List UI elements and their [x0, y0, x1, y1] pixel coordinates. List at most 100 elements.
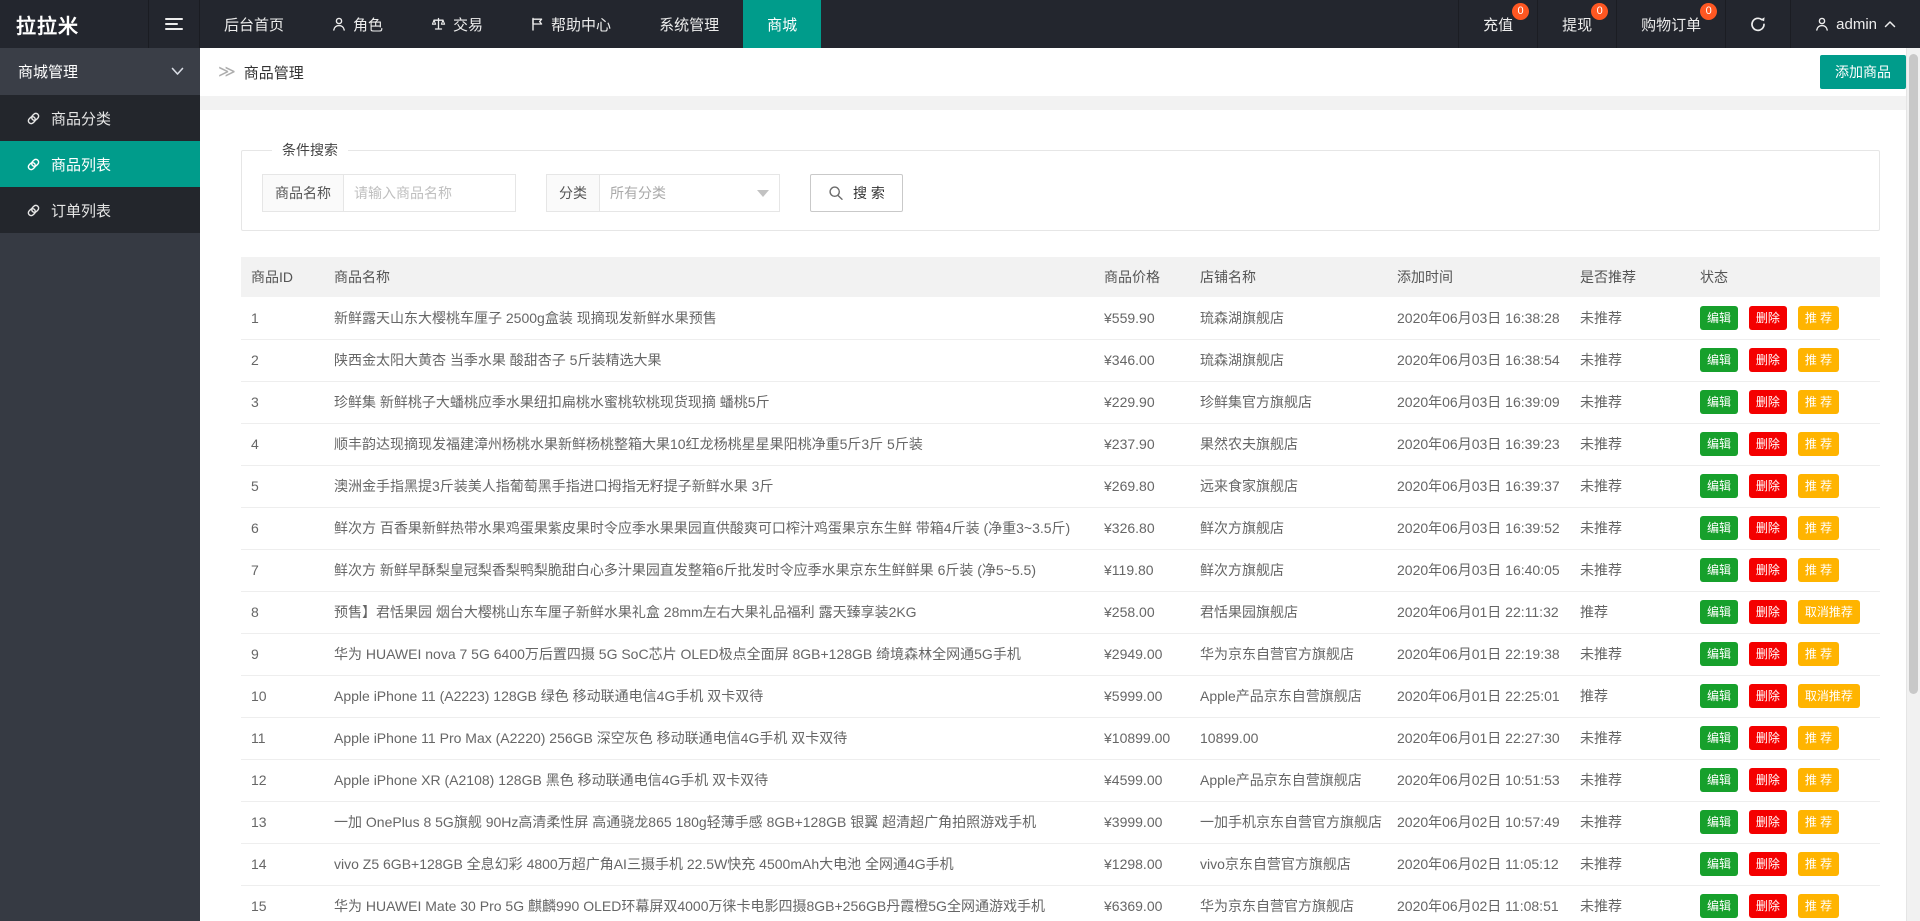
user-menu[interactable]: admin [1790, 0, 1920, 48]
cell-add-time: 2020年06月03日 16:39:37 [1387, 465, 1570, 507]
edit-button[interactable]: 编辑 [1700, 810, 1738, 834]
edit-button[interactable]: 编辑 [1700, 474, 1738, 498]
cell-goods-name: 澳洲金手指黑提3斤装美人指葡萄黑手指进口拇指无籽提子新鲜水果 3斤 [324, 465, 1094, 507]
search-form: 商品名称 分类 所有分类 搜 索 [262, 174, 1859, 212]
table-row: 12 Apple iPhone XR (A2108) 128GB 黑色 移动联通… [241, 759, 1880, 801]
recommend-toggle-button[interactable]: 取消推荐 [1798, 600, 1860, 624]
recommend-toggle-button[interactable]: 推 荐 [1798, 852, 1839, 876]
edit-button[interactable]: 编辑 [1700, 558, 1738, 582]
cell-price: ¥346.00 [1094, 339, 1190, 381]
cell-actions: 编辑 删除 推 荐 [1690, 297, 1880, 339]
cell-add-time: 2020年06月02日 10:51:53 [1387, 759, 1570, 801]
nav-item-dashboard[interactable]: 后台首页 [200, 0, 308, 48]
nav-item-help-center[interactable]: 帮助中心 [507, 0, 635, 48]
sidebar-item-goods-category[interactable]: 商品分类 [0, 95, 200, 141]
recommend-toggle-button[interactable]: 推 荐 [1798, 474, 1839, 498]
cell-recommend: 未推荐 [1570, 423, 1690, 465]
nav-item-label: 交易 [453, 14, 483, 35]
delete-button[interactable]: 删除 [1749, 516, 1787, 540]
cell-actions: 编辑 删除 推 荐 [1690, 801, 1880, 843]
recommend-toggle-button[interactable]: 推 荐 [1798, 894, 1839, 918]
edit-button[interactable]: 编辑 [1700, 390, 1738, 414]
col-header-goods-id: 商品ID [241, 257, 324, 297]
edit-button[interactable]: 编辑 [1700, 432, 1738, 456]
nav-item-label: 帮助中心 [551, 14, 611, 35]
delete-button[interactable]: 删除 [1749, 768, 1787, 792]
edit-button[interactable]: 编辑 [1700, 600, 1738, 624]
cell-goods-name: vivo Z5 6GB+128GB 全息幻彩 4800万超广角AI三摄手机 22… [324, 843, 1094, 885]
recommend-toggle-button[interactable]: 推 荐 [1798, 432, 1839, 456]
table-row: 2 陕西金太阳大黄杏 当季水果 酸甜杏子 5斤装精选大果 ¥346.00 琉森湖… [241, 339, 1880, 381]
recharge-button[interactable]: 充值 0 [1458, 0, 1537, 48]
cell-add-time: 2020年06月03日 16:39:09 [1387, 381, 1570, 423]
table-row: 4 顺丰韵达现摘现发福建漳州杨桃水果新鲜杨桃整箱大果10红龙杨桃星星果阳桃净重5… [241, 423, 1880, 465]
edit-button[interactable]: 编辑 [1700, 642, 1738, 666]
recommend-toggle-button[interactable]: 推 荐 [1798, 768, 1839, 792]
delete-button[interactable]: 删除 [1749, 600, 1787, 624]
recommend-toggle-button[interactable]: 取消推荐 [1798, 684, 1860, 708]
cell-actions: 编辑 删除 推 荐 [1690, 339, 1880, 381]
cell-price: ¥326.80 [1094, 507, 1190, 549]
search-button[interactable]: 搜 索 [810, 174, 903, 212]
cell-shop: 鲜次方旗舰店 [1190, 549, 1387, 591]
recommend-toggle-button[interactable]: 推 荐 [1798, 306, 1839, 330]
withdraw-badge: 0 [1591, 3, 1608, 20]
page-scrollbar[interactable] [1906, 48, 1920, 921]
cell-actions: 编辑 删除 取消推荐 [1690, 591, 1880, 633]
delete-button[interactable]: 删除 [1749, 894, 1787, 918]
cell-recommend: 未推荐 [1570, 381, 1690, 423]
sidebar-item-goods-list[interactable]: 商品列表 [0, 141, 200, 187]
cell-recommend: 未推荐 [1570, 465, 1690, 507]
recommend-toggle-button[interactable]: 推 荐 [1798, 642, 1839, 666]
nav-item-roles[interactable]: 角色 [308, 0, 407, 48]
edit-button[interactable]: 编辑 [1700, 768, 1738, 792]
delete-button[interactable]: 删除 [1749, 852, 1787, 876]
category-select[interactable]: 所有分类 [600, 174, 780, 212]
edit-button[interactable]: 编辑 [1700, 348, 1738, 372]
delete-button[interactable]: 删除 [1749, 684, 1787, 708]
delete-button[interactable]: 删除 [1749, 642, 1787, 666]
cell-shop: 鲜次方旗舰店 [1190, 507, 1387, 549]
col-header-add-time: 添加时间 [1387, 257, 1570, 297]
recommend-toggle-button[interactable]: 推 荐 [1798, 726, 1839, 750]
nav-item-label: 商城 [767, 14, 797, 35]
sidebar-group-mall-management[interactable]: 商城管理 [0, 48, 200, 95]
add-goods-button[interactable]: 添加商品 [1820, 55, 1906, 89]
goods-name-input[interactable] [344, 174, 516, 212]
sidebar-item-label: 商品分类 [51, 108, 111, 129]
nav-item-trade[interactable]: 交易 [407, 0, 507, 48]
edit-button[interactable]: 编辑 [1700, 894, 1738, 918]
refresh-button[interactable] [1725, 0, 1790, 48]
nav-item-mall[interactable]: 商城 [743, 0, 821, 48]
delete-button[interactable]: 删除 [1749, 390, 1787, 414]
delete-button[interactable]: 删除 [1749, 558, 1787, 582]
cell-actions: 编辑 删除 推 荐 [1690, 717, 1880, 759]
cell-goods-id: 4 [241, 423, 324, 465]
cell-price: ¥5999.00 [1094, 675, 1190, 717]
nav-item-system[interactable]: 系统管理 [635, 0, 743, 48]
recommend-toggle-button[interactable]: 推 荐 [1798, 558, 1839, 582]
edit-button[interactable]: 编辑 [1700, 306, 1738, 330]
recommend-toggle-button[interactable]: 推 荐 [1798, 348, 1839, 372]
sidebar: 商城管理 商品分类 商品列表 订单列表 [0, 48, 200, 921]
shop-orders-button[interactable]: 购物订单 0 [1616, 0, 1725, 48]
recommend-toggle-button[interactable]: 推 荐 [1798, 390, 1839, 414]
edit-button[interactable]: 编辑 [1700, 726, 1738, 750]
delete-button[interactable]: 删除 [1749, 432, 1787, 456]
chevron-up-icon [1884, 20, 1896, 28]
recommend-toggle-button[interactable]: 推 荐 [1798, 516, 1839, 540]
delete-button[interactable]: 删除 [1749, 306, 1787, 330]
delete-button[interactable]: 删除 [1749, 474, 1787, 498]
recommend-toggle-button[interactable]: 推 荐 [1798, 810, 1839, 834]
link-icon [26, 157, 41, 172]
edit-button[interactable]: 编辑 [1700, 852, 1738, 876]
edit-button[interactable]: 编辑 [1700, 516, 1738, 540]
delete-button[interactable]: 删除 [1749, 810, 1787, 834]
scrollbar-thumb[interactable] [1909, 54, 1918, 694]
sidebar-item-order-list[interactable]: 订单列表 [0, 187, 200, 233]
sidebar-toggle-button[interactable] [148, 0, 200, 48]
delete-button[interactable]: 删除 [1749, 348, 1787, 372]
edit-button[interactable]: 编辑 [1700, 684, 1738, 708]
withdraw-button[interactable]: 提现 0 [1537, 0, 1616, 48]
delete-button[interactable]: 删除 [1749, 726, 1787, 750]
